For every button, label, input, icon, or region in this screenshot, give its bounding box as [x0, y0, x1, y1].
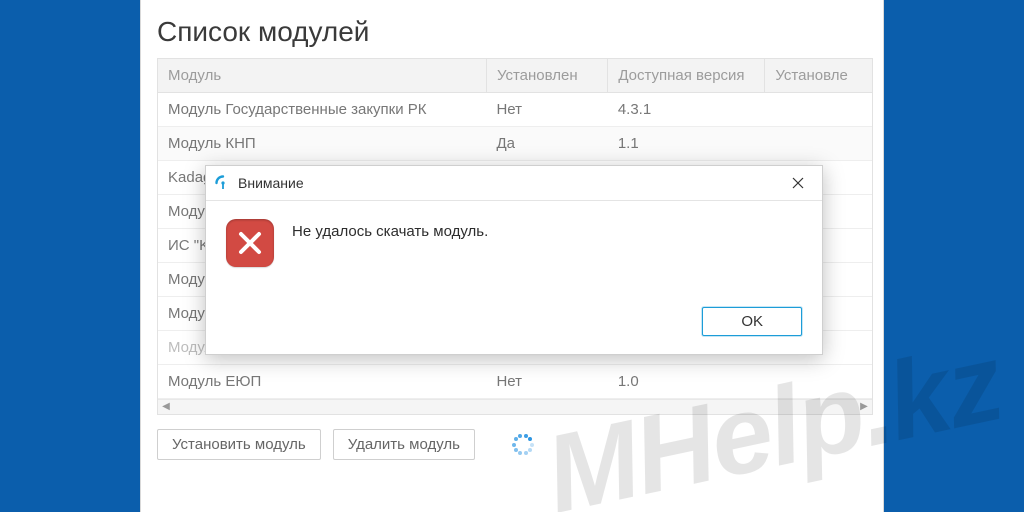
cell: 1.0	[608, 365, 765, 399]
close-icon[interactable]	[784, 172, 812, 194]
install-module-button[interactable]: Установить модуль	[157, 429, 321, 460]
remove-module-button[interactable]: Удалить модуль	[333, 429, 475, 460]
ok-button[interactable]: OK	[702, 307, 802, 336]
cell: 1.1	[608, 127, 765, 161]
app-icon	[214, 174, 232, 192]
cell	[765, 365, 872, 399]
dialog-titlebar[interactable]: Внимание	[206, 166, 822, 201]
cell: Модуль Государственные закупки РК	[158, 93, 486, 127]
page-title: Список модулей	[157, 16, 873, 48]
error-dialog: Внимание Не удалось скачать модуль. OK	[205, 165, 823, 355]
action-bar: Установить модуль Удалить модуль	[157, 429, 873, 460]
cell: 4.3.1	[608, 93, 765, 127]
table-row[interactable]: Модуль Государственные закупки РКНет4.3.…	[158, 93, 872, 127]
table-row[interactable]: Модуль КНПДа1.1	[158, 127, 872, 161]
cell: Нет	[486, 93, 607, 127]
scroll-right-icon[interactable]: ▶	[856, 400, 872, 414]
dialog-title: Внимание	[238, 175, 304, 191]
col-available[interactable]: Доступная версия	[608, 59, 765, 93]
cell: Модуль ЕЮП	[158, 365, 486, 399]
cell: Да	[486, 127, 607, 161]
error-icon	[226, 219, 274, 267]
dialog-message: Не удалось скачать модуль.	[292, 219, 488, 240]
col-installed[interactable]: Установлен	[486, 59, 607, 93]
col-module[interactable]: Модуль	[158, 59, 486, 93]
table-row[interactable]: Модуль ЕЮПНет1.0	[158, 365, 872, 399]
loading-spinner-icon	[511, 433, 535, 457]
col-installed2[interactable]: Установле	[765, 59, 872, 93]
cell: Модуль КНП	[158, 127, 486, 161]
cell	[765, 93, 872, 127]
scroll-left-icon[interactable]: ◀	[158, 400, 174, 414]
cell: Нет	[486, 365, 607, 399]
cell	[765, 127, 872, 161]
horizontal-scrollbar[interactable]: ◀ ▶	[158, 399, 872, 414]
